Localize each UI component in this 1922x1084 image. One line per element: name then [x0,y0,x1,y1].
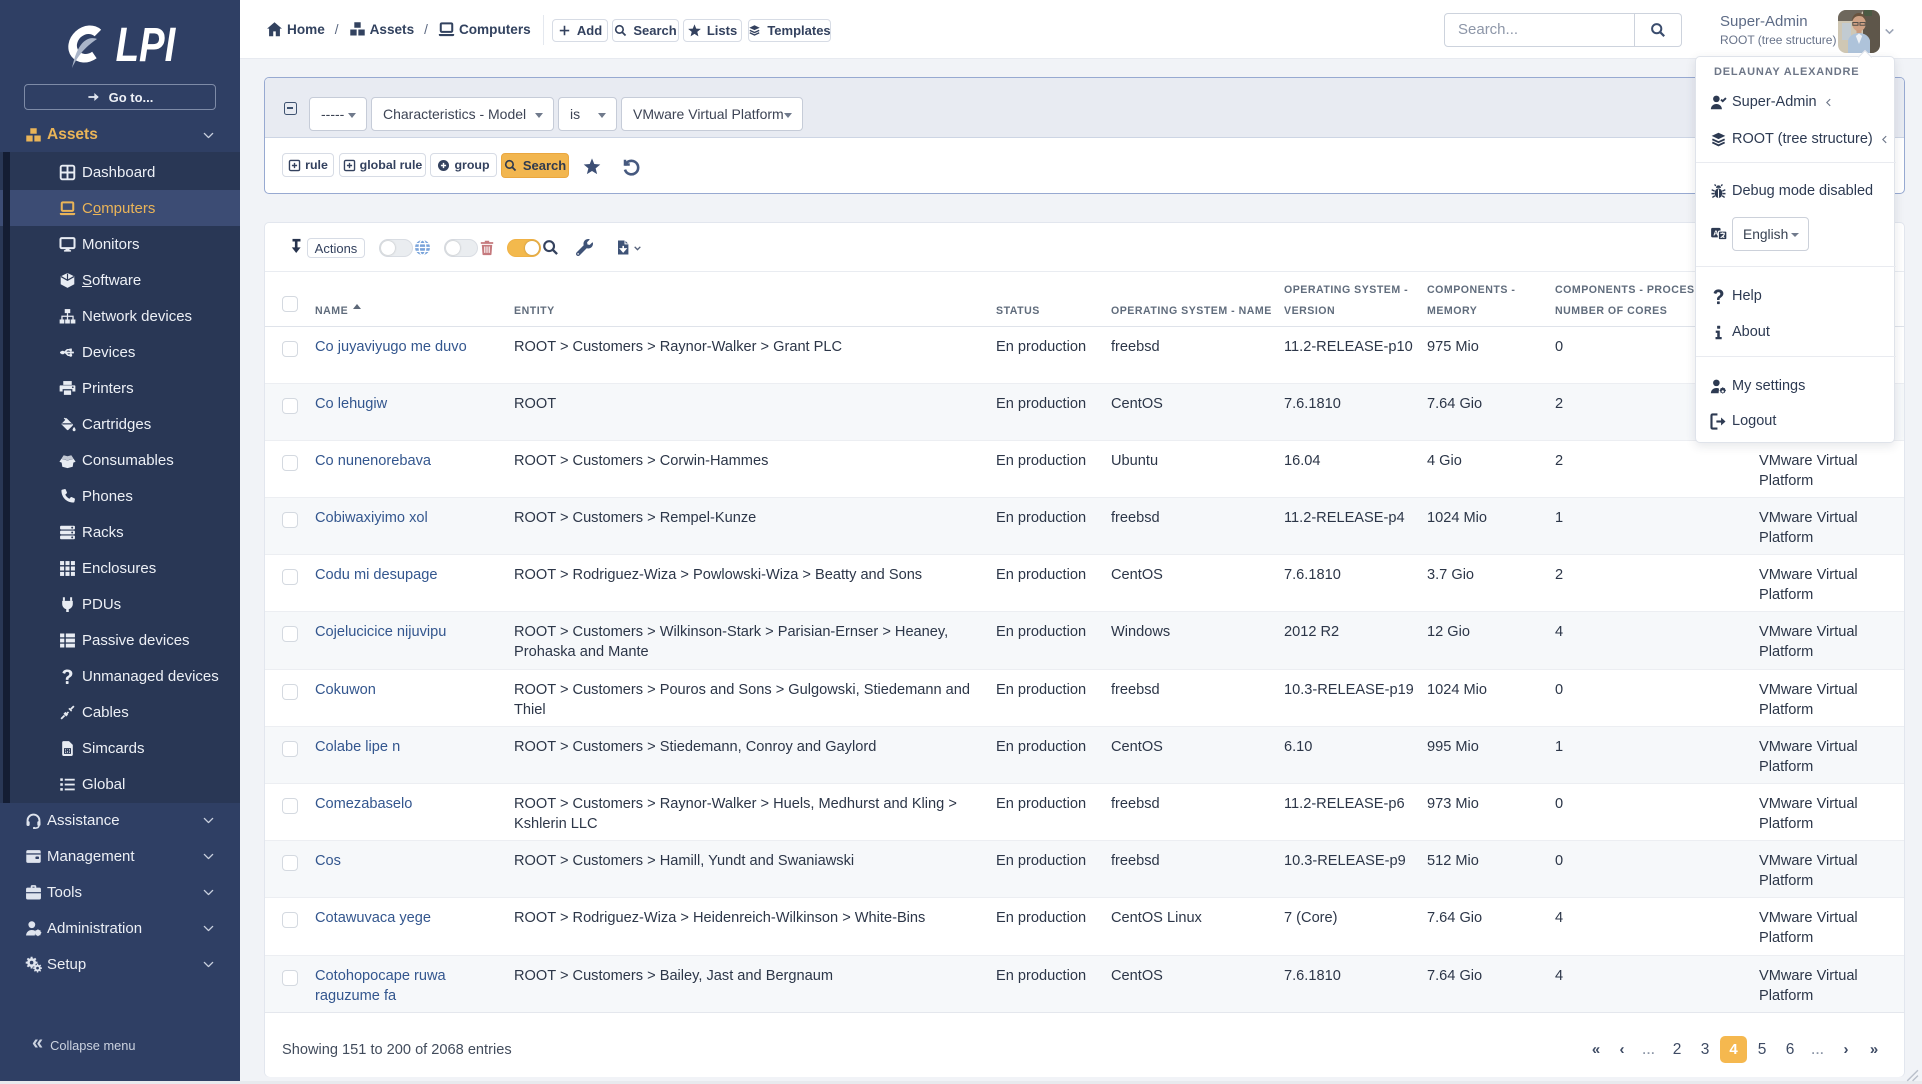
svg-text:LPI: LPI [116,22,176,70]
